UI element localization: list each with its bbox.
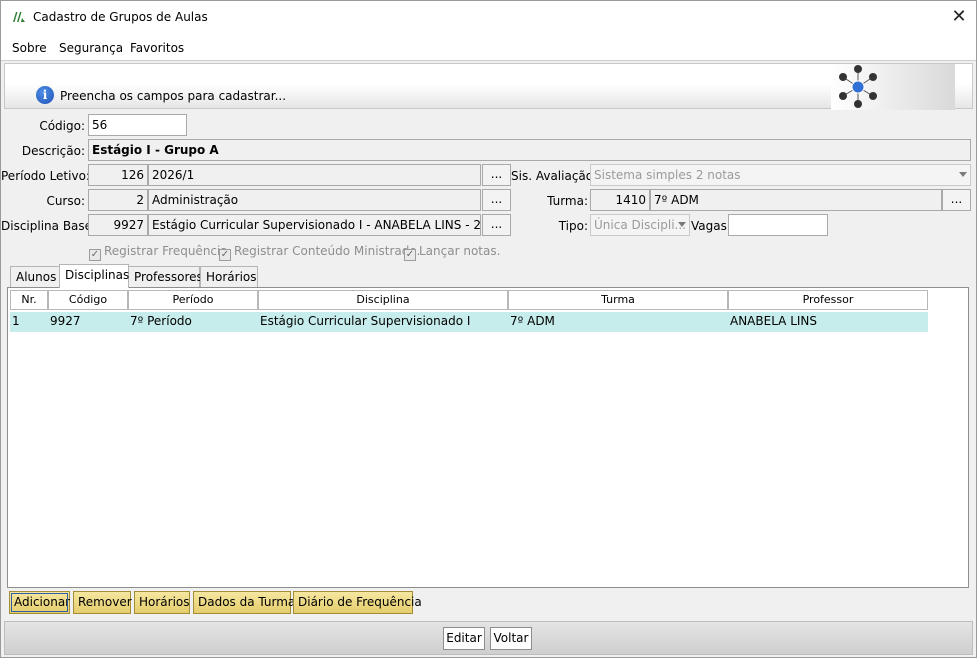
registrar-conteudo-checkbox[interactable]: ✓ Registrar Conteúdo Ministrado.: [219, 244, 420, 261]
registrar-frequencia-checkbox[interactable]: ✓ Registrar Frequência.: [89, 244, 232, 261]
periodo-letivo-label: Período Letivo:: [1, 169, 90, 183]
instruction-text: Preencha os campos para cadastrar...: [60, 89, 287, 103]
footer-bar: [4, 621, 973, 655]
app-logo-icon: [13, 12, 25, 22]
turma-code-field[interactable]: 1410: [590, 189, 650, 211]
cell-codigo: 9927: [48, 312, 128, 332]
close-icon: ✕: [951, 6, 967, 27]
dados-da-turma-button[interactable]: Dados da Turma: [193, 591, 295, 614]
cell-nr: 1: [10, 312, 48, 332]
tipo-select[interactable]: Única Discipli...: [590, 214, 690, 236]
sis-avaliacao-label: Sis. Avaliação:: [511, 169, 598, 183]
diario-de-frequencia-button[interactable]: Diário de Frequência: [293, 591, 422, 614]
window-title: Cadastro de Grupos de Aulas: [33, 10, 208, 24]
instruction-banner: i Preencha os campos para cadastrar...: [4, 63, 973, 110]
codigo-field[interactable]: 56: [88, 114, 187, 136]
periodo-letivo-name-field: 2026/1: [148, 164, 481, 186]
voltar-button[interactable]: Voltar: [490, 627, 532, 650]
column-header-professor[interactable]: Professor: [728, 290, 928, 310]
disciplina-base-lookup-button[interactable]: ...: [482, 214, 511, 236]
vagas-label: Vagas:: [691, 219, 731, 233]
menu-bar: Sobre Segurança Favoritos: [1, 34, 976, 61]
cell-periodo: 7º Período: [128, 312, 258, 332]
registrar-frequencia-label: Registrar Frequência.: [104, 244, 232, 258]
periodo-letivo-lookup-button[interactable]: ...: [482, 164, 511, 186]
cell-disciplina: Estágio Curricular Supervisionado I: [258, 312, 508, 332]
editar-button[interactable]: Editar: [443, 627, 485, 650]
vagas-field[interactable]: [728, 214, 828, 236]
title-bar: Cadastro de Grupos de Aulas ✕: [1, 1, 976, 34]
turma-lookup-button[interactable]: ...: [942, 189, 971, 211]
disciplina-base-label: Disciplina Base:: [1, 219, 97, 233]
remover-button[interactable]: Remover: [73, 591, 132, 614]
checkmark-icon: ✓: [89, 249, 101, 261]
app-window: Cadastro de Grupos de Aulas ✕ Sobre Segu…: [0, 0, 977, 658]
chevron-down-icon: [678, 222, 686, 227]
sis-avaliacao-value: Sistema simples 2 notas: [594, 168, 741, 182]
column-header-turma[interactable]: Turma: [508, 290, 728, 310]
descricao-field[interactable]: Estágio I - Grupo A: [88, 139, 971, 161]
disciplina-base-code-field[interactable]: 9927: [88, 214, 148, 236]
tipo-value: Única Discipli...: [594, 218, 686, 232]
checkmark-icon: ✓: [219, 249, 231, 261]
info-icon: i: [36, 86, 54, 104]
tipo-label: Tipo:: [558, 219, 588, 233]
tab-disciplinas[interactable]: Disciplinas: [59, 264, 129, 288]
curso-label: Curso:: [46, 194, 85, 208]
curso-name-field: Administração: [148, 189, 481, 211]
horarios-button[interactable]: Horários: [134, 591, 190, 614]
menu-sobre[interactable]: Sobre: [12, 41, 47, 55]
tab-professores[interactable]: Professores: [128, 266, 203, 287]
curso-lookup-button[interactable]: ...: [482, 189, 511, 211]
disciplina-base-name-field: Estágio Curricular Supervisionado I - AN…: [148, 214, 481, 236]
descricao-label: Descrição:: [21, 144, 85, 158]
tab-horarios[interactable]: Horários: [200, 266, 258, 287]
turma-label: Turma:: [547, 194, 588, 208]
user-network-icon: [839, 65, 877, 108]
codigo-label: Código:: [39, 119, 85, 133]
lancar-notas-checkbox[interactable]: ✓ Lançar notas.: [404, 244, 500, 261]
adicionar-button[interactable]: Adicionar: [9, 591, 70, 614]
close-button[interactable]: ✕: [945, 4, 973, 30]
curso-code-field[interactable]: 2: [88, 189, 148, 211]
sis-avaliacao-select[interactable]: Sistema simples 2 notas: [590, 164, 971, 186]
cell-professor: ANABELA LINS: [728, 312, 928, 332]
registrar-conteudo-label: Registrar Conteúdo Ministrado.: [234, 244, 421, 258]
periodo-letivo-code-field[interactable]: 126: [88, 164, 148, 186]
cell-turma: 7º ADM: [508, 312, 728, 332]
turma-name-field: 7º ADM: [650, 189, 942, 211]
column-header-periodo[interactable]: Período: [128, 290, 258, 310]
column-header-codigo[interactable]: Código: [48, 290, 128, 310]
menu-favoritos[interactable]: Favoritos: [130, 41, 184, 55]
column-header-nr[interactable]: Nr.: [10, 290, 48, 310]
checkmark-icon: ✓: [404, 249, 416, 261]
banner-graphic: [831, 64, 955, 110]
column-header-disciplina[interactable]: Disciplina: [258, 290, 508, 310]
tab-alunos[interactable]: Alunos: [10, 266, 60, 287]
menu-seguranca[interactable]: Segurança: [59, 41, 123, 55]
lancar-notas-label: Lançar notas.: [419, 244, 501, 258]
disciplinas-grid[interactable]: Nr. Código Período Disciplina Turma Prof…: [7, 287, 969, 588]
chevron-down-icon: [959, 172, 967, 177]
